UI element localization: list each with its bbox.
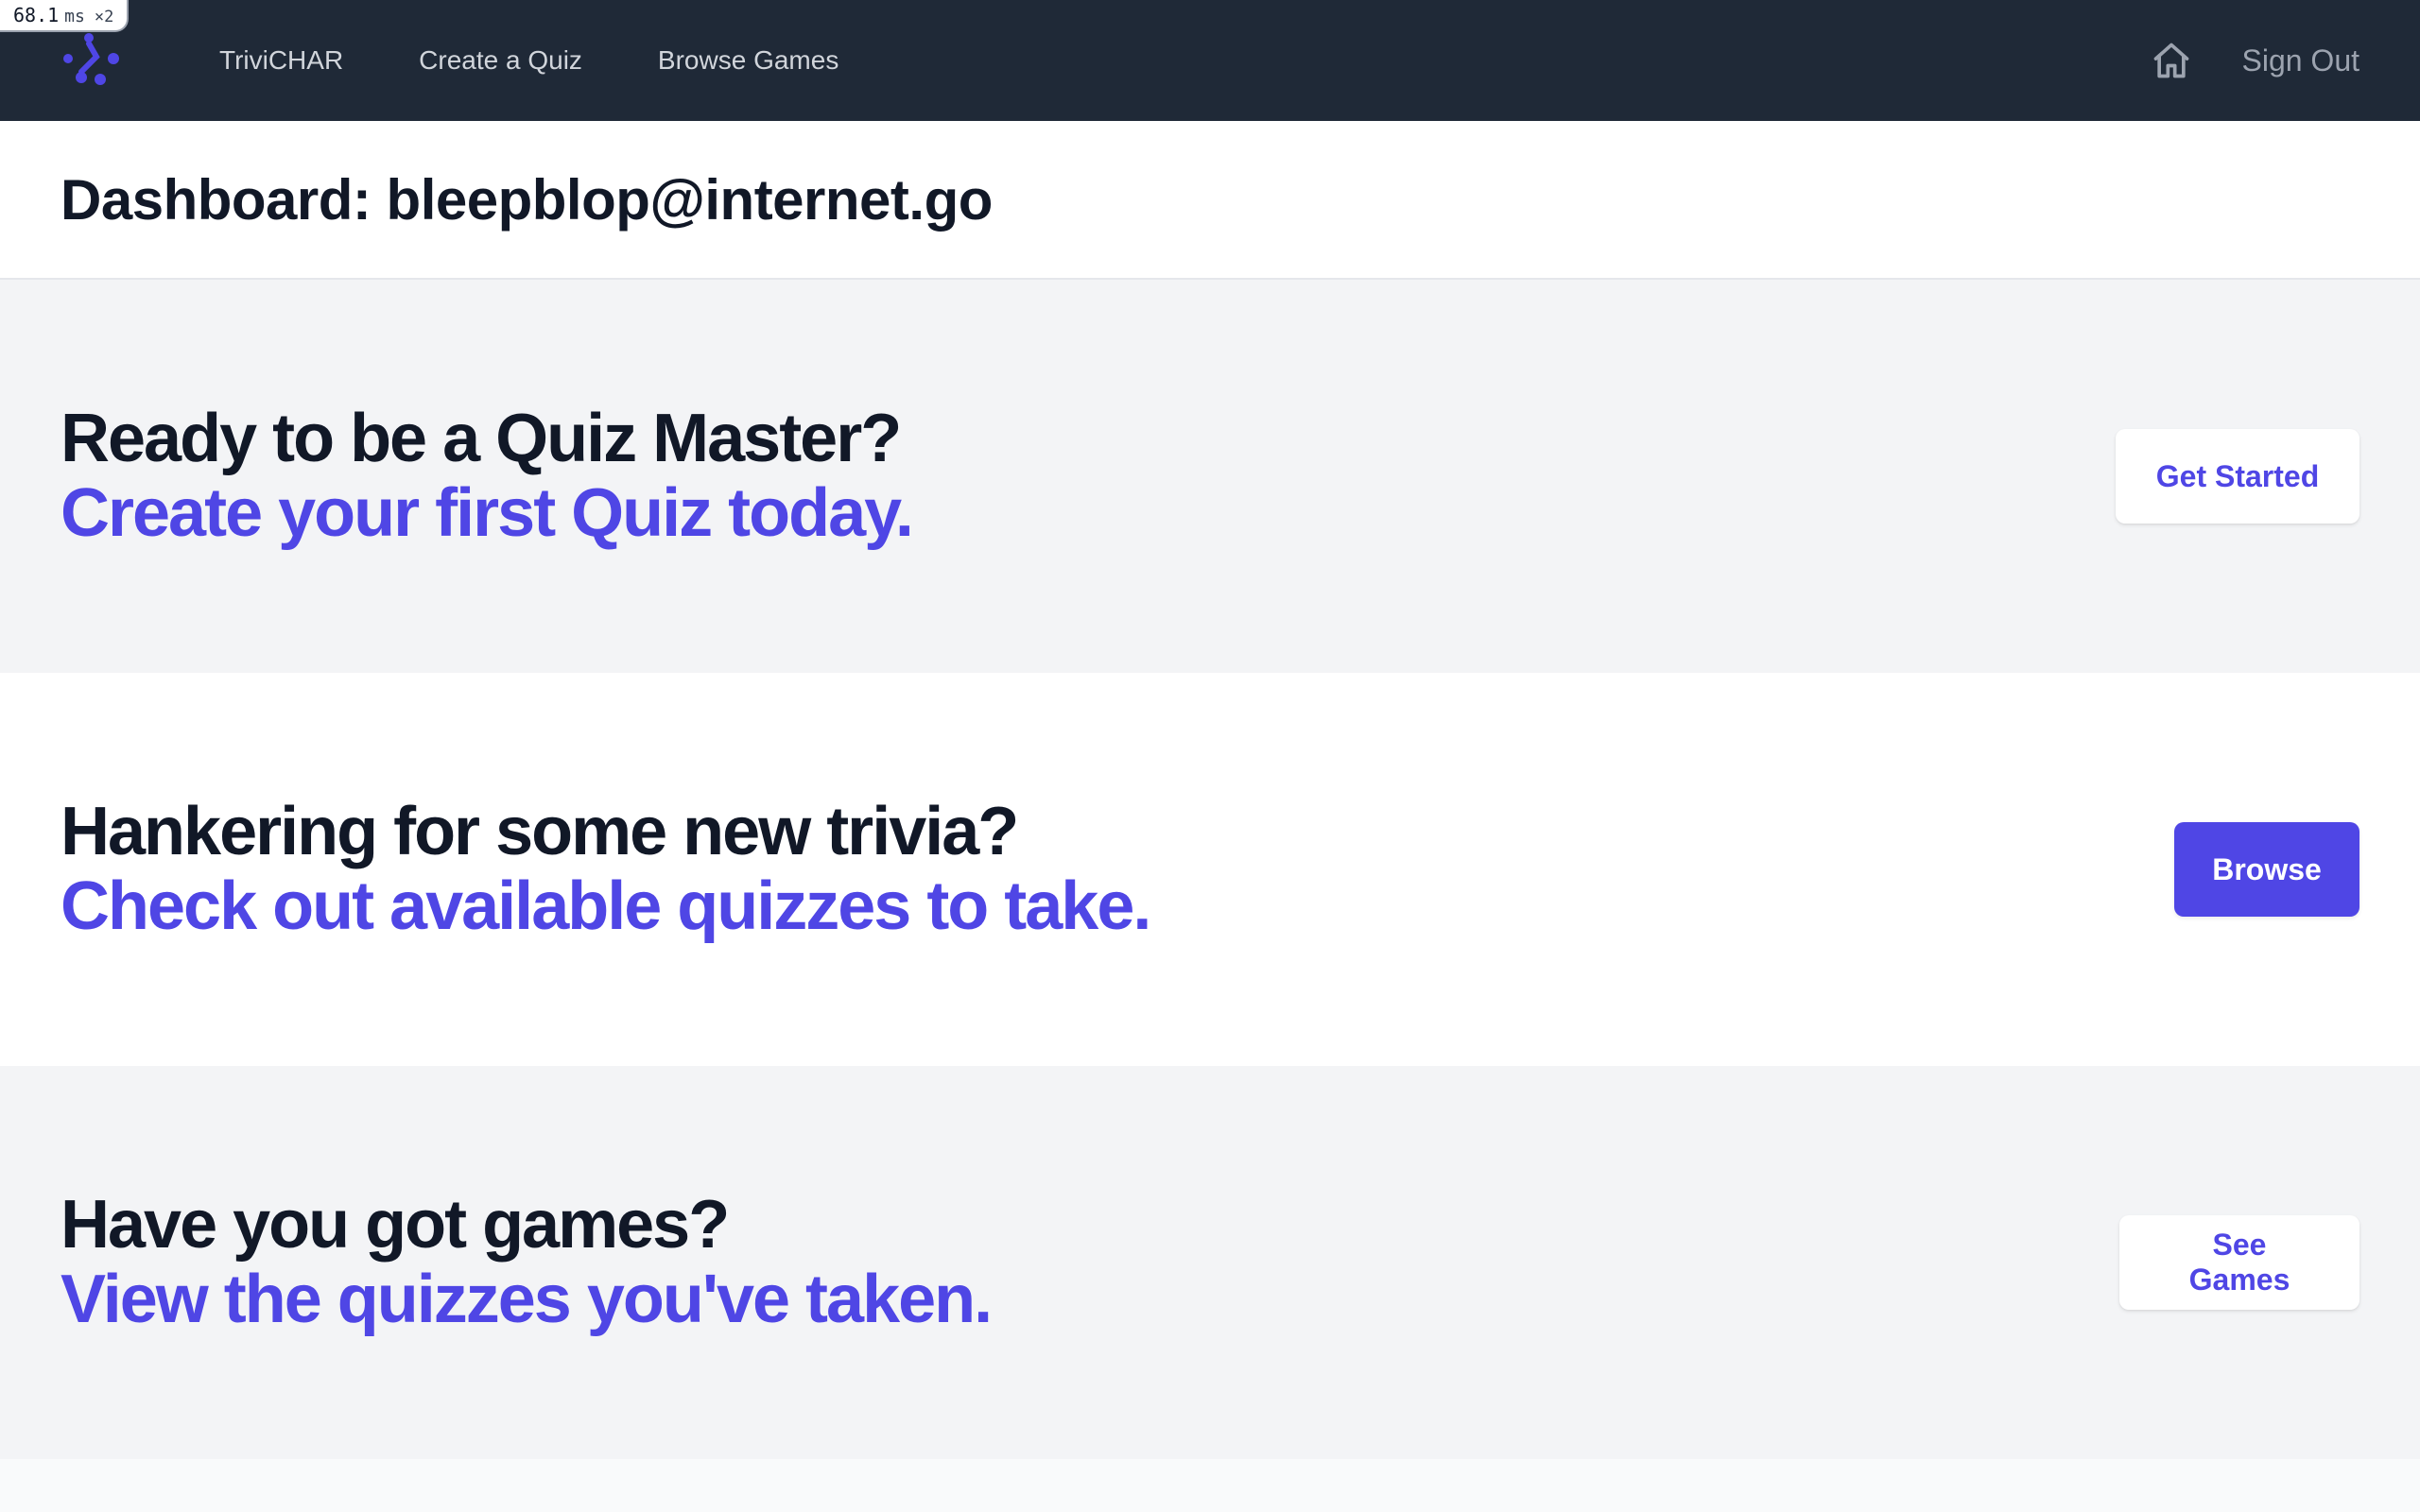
see-games-button[interactable]: See Games	[2119, 1215, 2360, 1310]
top-navbar: TriviCHAR Create a Quiz Browse Games Sig…	[0, 0, 2420, 121]
nav-browse-games-link[interactable]: Browse Games	[658, 45, 838, 76]
footer-strip	[0, 1459, 2420, 1512]
cta-subtitle: View the quizzes you've taken.	[60, 1262, 993, 1337]
perf-unit: ms	[64, 7, 85, 26]
nav-create-quiz-link[interactable]: Create a Quiz	[419, 45, 582, 76]
nav-brand-link[interactable]: TriviCHAR	[219, 45, 343, 76]
performance-badge: 68.1 ms ×2	[0, 0, 130, 32]
perf-multiplier: ×2	[94, 8, 114, 26]
cta-section-games: Have you got games? View the quizzes you…	[0, 1066, 2420, 1459]
cta-title: Have you got games?	[60, 1186, 730, 1263]
get-started-button[interactable]: Get Started	[2116, 429, 2360, 524]
perf-value: 68.1	[13, 4, 60, 26]
cta-section-browse: Hankering for some new trivia? Check out…	[0, 673, 2420, 1066]
browse-button[interactable]: Browse	[2174, 822, 2360, 917]
cta-title: Ready to be a Quiz Master?	[60, 400, 902, 476]
cta-subtitle: Check out available quizzes to take.	[60, 868, 1151, 944]
page-header: Dashboard: bleepblop@internet.go	[0, 121, 2420, 280]
home-icon[interactable]	[2151, 40, 2192, 81]
cta-title: Hankering for some new trivia?	[60, 793, 1019, 869]
logo-icon[interactable]	[60, 30, 121, 91]
sign-out-link[interactable]: Sign Out	[2241, 43, 2360, 78]
cta-subtitle: Create your first Quiz today.	[60, 475, 914, 551]
cta-section-create-quiz: Ready to be a Quiz Master? Create your f…	[0, 280, 2420, 673]
page-title: Dashboard: bleepblop@internet.go	[60, 167, 993, 232]
